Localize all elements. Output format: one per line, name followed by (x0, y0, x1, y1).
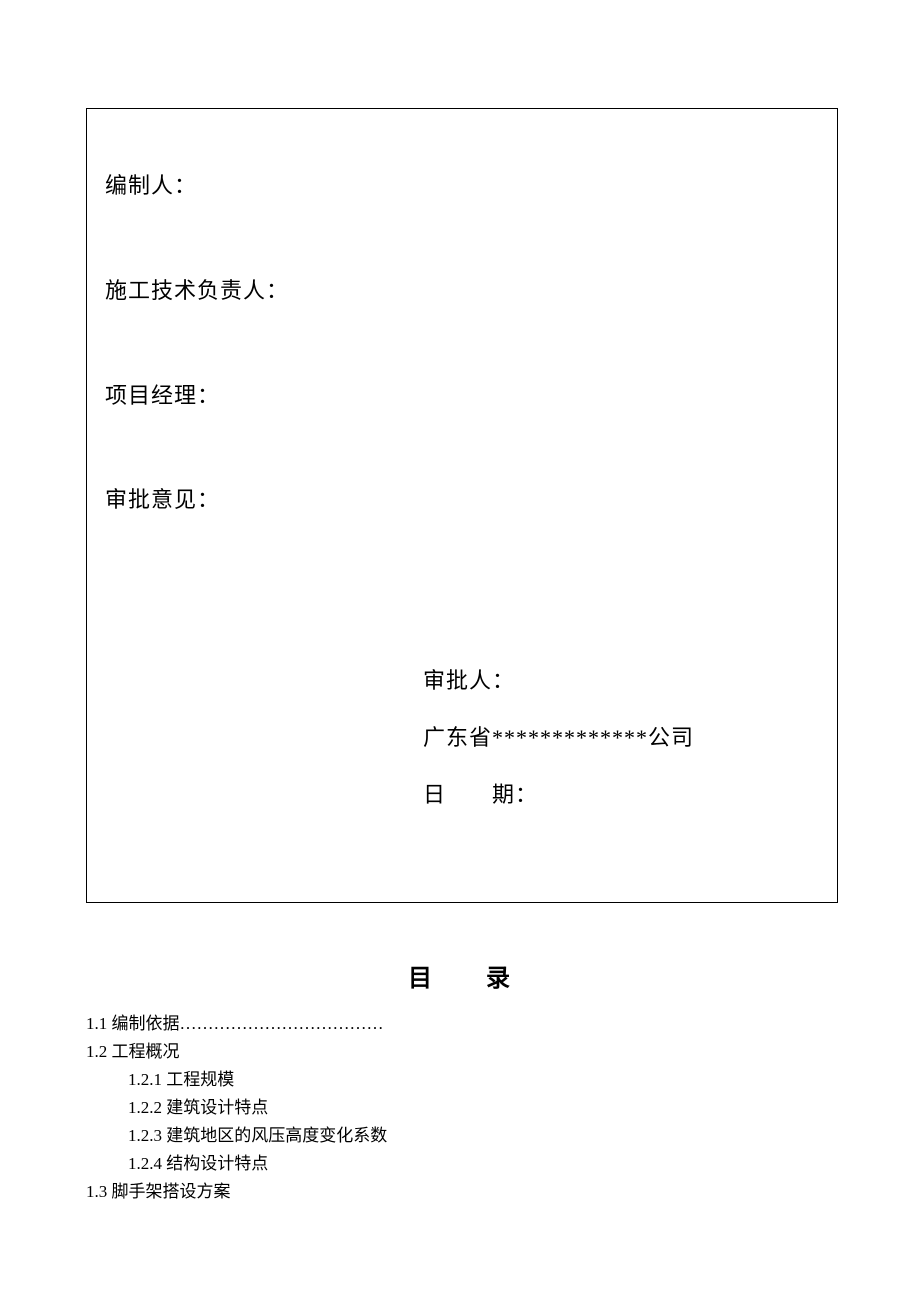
toc-item-1-3: 1.3 脚手架搭设方案 (86, 1178, 387, 1206)
toc-item-1-2-1: 1.2.1 工程规模 (128, 1066, 387, 1094)
approval-block: 审批人： 广东省*************公司 日 期： (423, 666, 819, 810)
toc-item-1-1: 1.1 编制依据……………………………… (86, 1010, 387, 1038)
toc-list: 1.1 编制依据……………………………… 1.2 工程概况 1.2.1 工程规模… (86, 1010, 387, 1206)
approver-field: 审批人： (423, 666, 819, 697)
toc-item-1-2-3: 1.2.3 建筑地区的风压高度变化系数 (128, 1122, 387, 1150)
compiler-field: 编制人： (105, 171, 819, 202)
company-name: 广东省*************公司 (423, 723, 819, 754)
toc-heading: 目 录 (0, 958, 920, 993)
toc-item-1-2: 1.2 工程概况 (86, 1038, 387, 1066)
date-field: 日 期： (423, 780, 819, 811)
toc-item-1-2-2: 1.2.2 建筑设计特点 (128, 1094, 387, 1122)
toc-item-1-2-4: 1.2.4 结构设计特点 (128, 1150, 387, 1178)
tech-lead-field: 施工技术负责人： (105, 276, 819, 307)
approval-opinion-field: 审批意见： (105, 485, 819, 516)
project-manager-field: 项目经理： (105, 381, 819, 412)
document-frame: 编制人： 施工技术负责人： 项目经理： 审批意见： 审批人： 广东省******… (86, 108, 838, 903)
